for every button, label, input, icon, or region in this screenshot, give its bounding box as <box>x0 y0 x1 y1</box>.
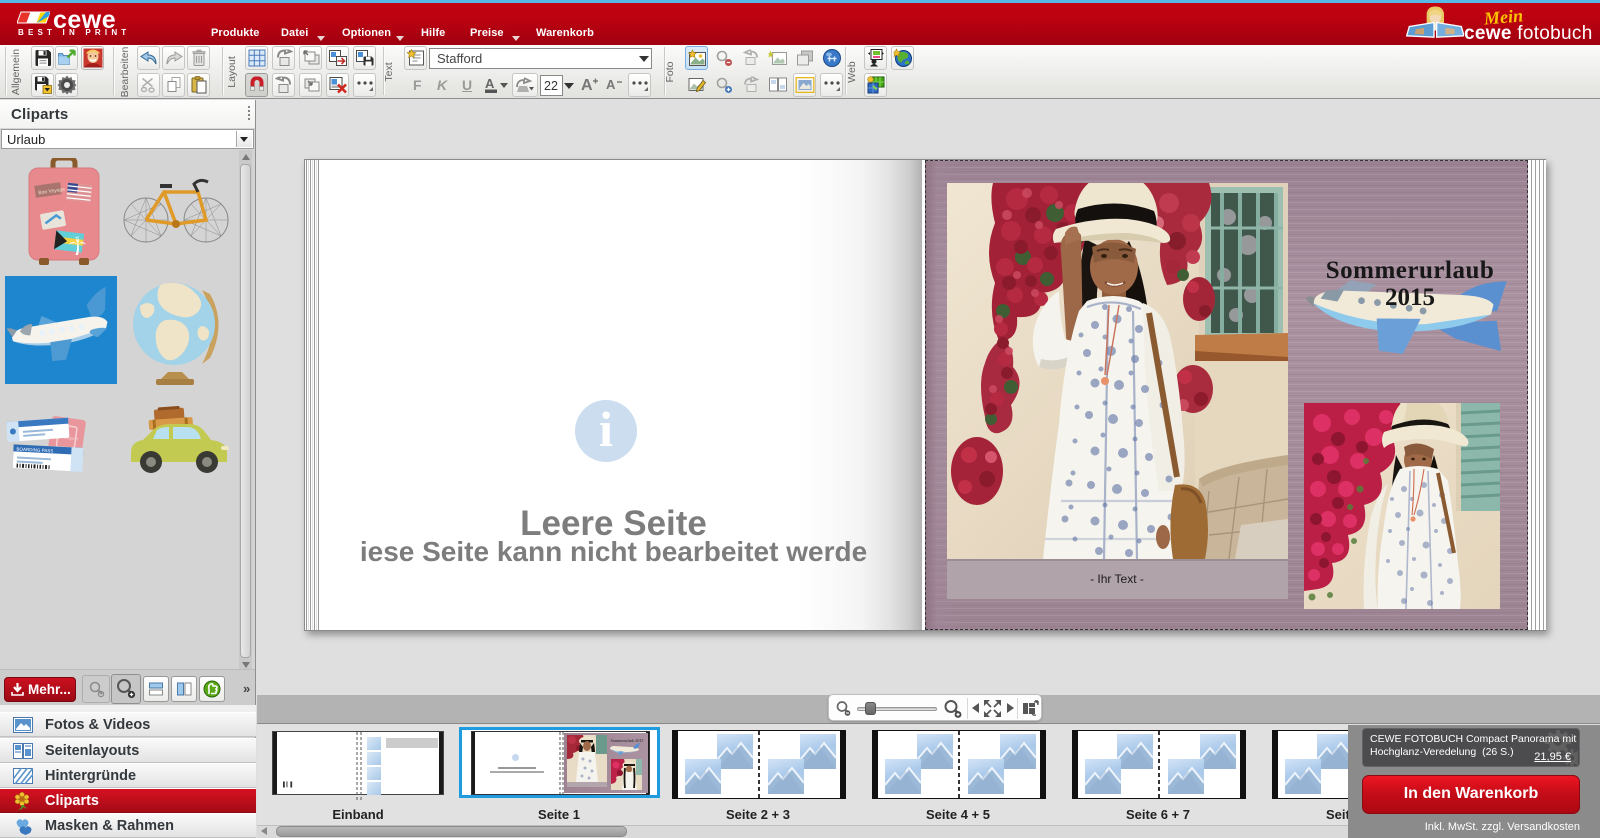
svg-text:A: A <box>485 76 495 91</box>
svg-text:A: A <box>581 77 593 94</box>
svg-text:- Ihr Text -: - Ihr Text - <box>1090 572 1144 586</box>
svg-text:A: A <box>606 77 616 92</box>
